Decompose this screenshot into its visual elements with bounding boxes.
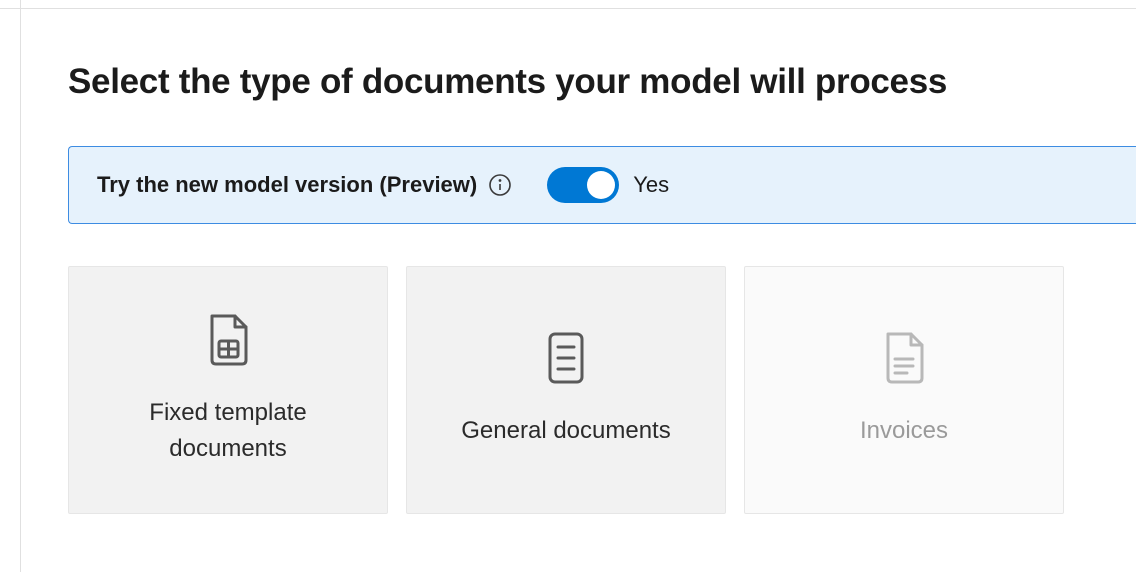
card-invoices[interactable]: Invoices — [744, 266, 1064, 514]
preview-toggle-status: Yes — [633, 172, 669, 198]
card-general-documents[interactable]: General documents — [406, 266, 726, 514]
preview-banner-label: Try the new model version (Preview) — [97, 172, 477, 198]
fixed-template-document-icon — [205, 313, 251, 367]
card-label: General documents — [461, 413, 670, 449]
invoice-document-icon — [881, 331, 927, 385]
card-fixed-template-documents[interactable]: Fixed template documents — [68, 266, 388, 514]
page-title: Select the type of documents your model … — [68, 62, 1136, 102]
general-document-icon — [543, 331, 589, 385]
preview-toggle[interactable] — [547, 167, 619, 203]
preview-banner: Try the new model version (Preview) Yes — [68, 146, 1136, 224]
card-label: Invoices — [860, 413, 948, 449]
document-type-cards: Fixed template documents General documen… — [68, 266, 1136, 514]
info-icon[interactable] — [489, 174, 511, 196]
card-label: Fixed template documents — [89, 395, 367, 467]
